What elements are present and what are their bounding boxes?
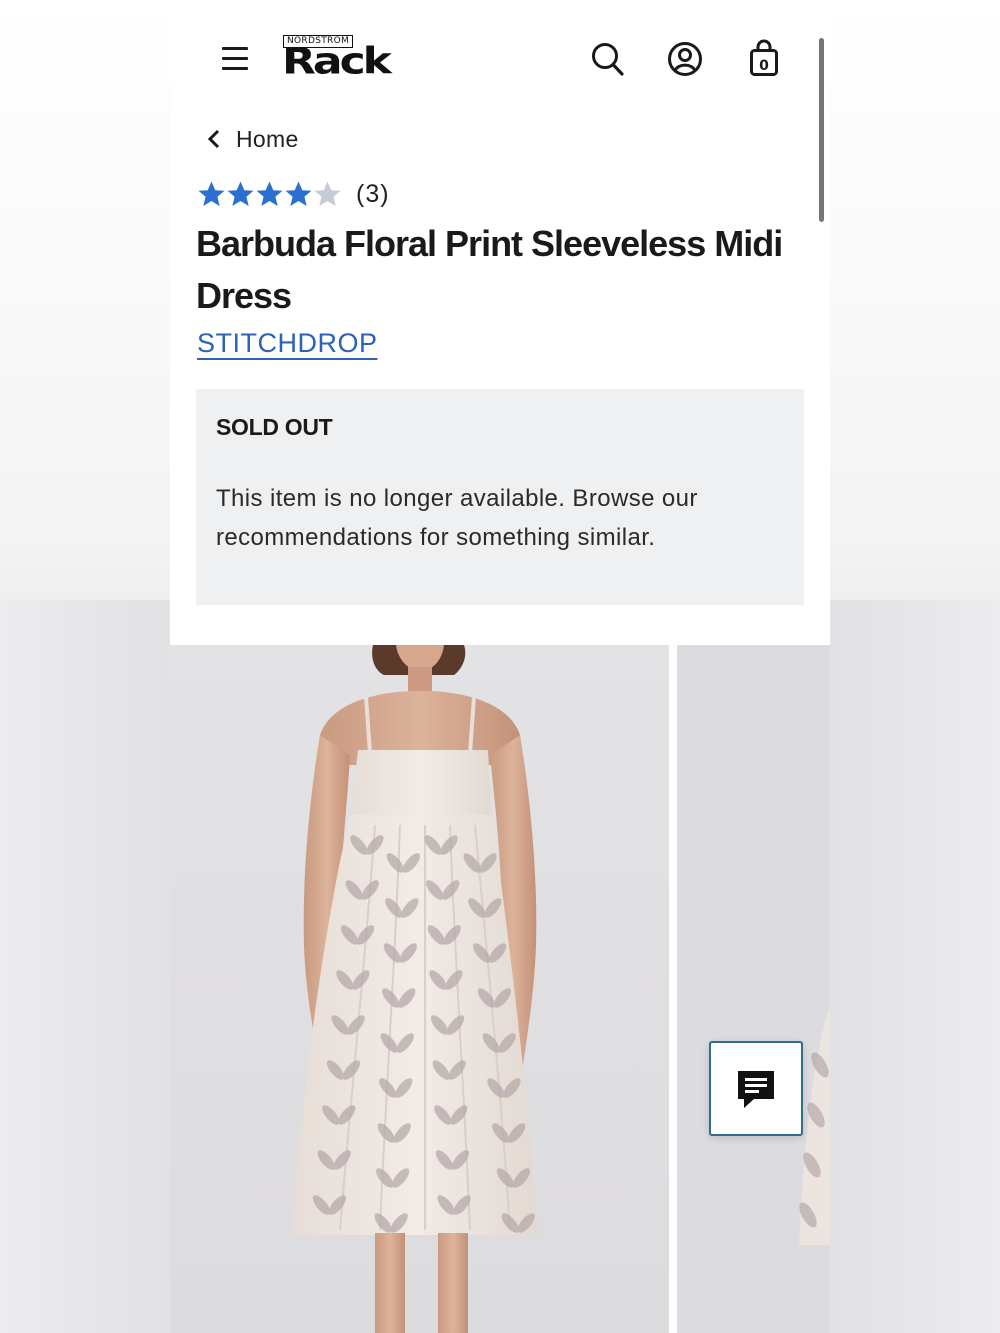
search-icon[interactable] [588,38,628,80]
star-filled-icon [256,181,283,206]
star-empty-icon [314,181,341,206]
product-title: Barbuda Floral Print Sleeveless Midi Dre… [196,223,783,316]
brand-link[interactable]: STITCHDROP [197,328,378,359]
product-rating[interactable]: (3) [197,176,390,212]
product-image-main[interactable] [170,645,669,1333]
page-scrollbar[interactable] [819,38,824,222]
breadcrumb-home-link[interactable]: Home [204,122,299,156]
review-count[interactable]: (3) [356,180,390,209]
chevron-left-icon [207,129,220,149]
site-header: NORDSTROM Rack 0 [170,0,830,222]
shopping-bag-icon[interactable]: 0 [745,38,785,80]
backdrop-right [830,600,1000,1333]
chat-message-icon [738,1070,774,1108]
backdrop-left [0,600,170,1333]
star-filled-icon [227,181,254,206]
sold-out-heading: SOLD OUT [216,414,333,440]
sold-out-message: This item is no longer available. Browse… [216,485,698,551]
star-filled-icon [198,181,225,206]
account-icon[interactable] [666,38,706,80]
hamburger-menu-icon[interactable] [220,42,250,74]
breadcrumb-label: Home [236,125,299,152]
rating-stars [197,180,342,208]
nordstrom-rack-logo[interactable]: NORDSTROM Rack [282,34,424,86]
sold-out-notice: SOLD OUT This item is no longer availabl… [196,389,804,605]
product-image-gallery[interactable] [170,645,830,1333]
chat-button[interactable] [709,1041,803,1136]
logo-main-text: Rack [282,40,392,83]
product-page: NORDSTROM Rack 0 Home (3) Barbuda Floral… [170,0,830,1333]
product-image-next[interactable] [677,645,830,1333]
star-filled-icon [285,181,312,206]
bag-count: 0 [759,58,769,74]
